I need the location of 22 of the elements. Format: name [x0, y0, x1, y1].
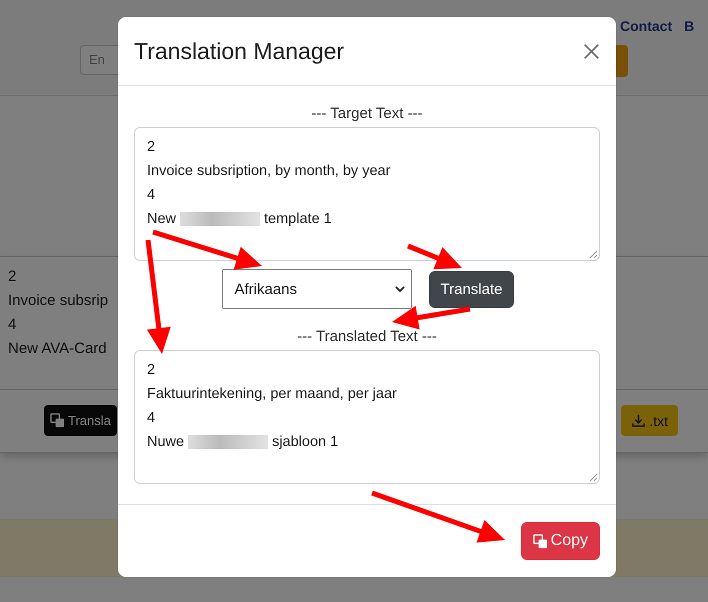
- text-line: 4: [8, 315, 16, 335]
- text-line: 2: [8, 267, 16, 287]
- resize-grip-icon[interactable]: [589, 473, 597, 481]
- text-line: New AVA-Card: [8, 339, 107, 359]
- nav-link[interactable]: B: [684, 18, 694, 34]
- modal-title: Translation Manager: [134, 38, 344, 64]
- section-label: --- Translated Text ---: [297, 327, 437, 347]
- section-label: --- Target Text ---: [311, 104, 423, 124]
- text-line: Invoice subsrip: [8, 291, 108, 311]
- download-button[interactable]: .txt: [621, 405, 678, 436]
- translate-button[interactable]: Translate: [428, 271, 514, 308]
- translate-button[interactable]: Transla: [44, 405, 117, 436]
- resize-grip-icon[interactable]: [589, 250, 597, 258]
- nav-link[interactable]: Contact: [620, 18, 672, 34]
- download-icon: [631, 413, 646, 428]
- copy-button[interactable]: Copy: [520, 522, 600, 560]
- close-icon[interactable]: [583, 42, 600, 60]
- text-area[interactable]: 2 Faktuurintekening, per maand, per jaar 4 Nuwe sjabloon 1: [134, 350, 600, 484]
- chevron-icon: [394, 286, 404, 292]
- text-area[interactable]: 2 Invoice subsription, by month, by year 4 New template 1: [134, 127, 600, 261]
- language-select[interactable]: Afrikaans: [222, 269, 412, 309]
- annotation-arrow: [407, 244, 462, 270]
